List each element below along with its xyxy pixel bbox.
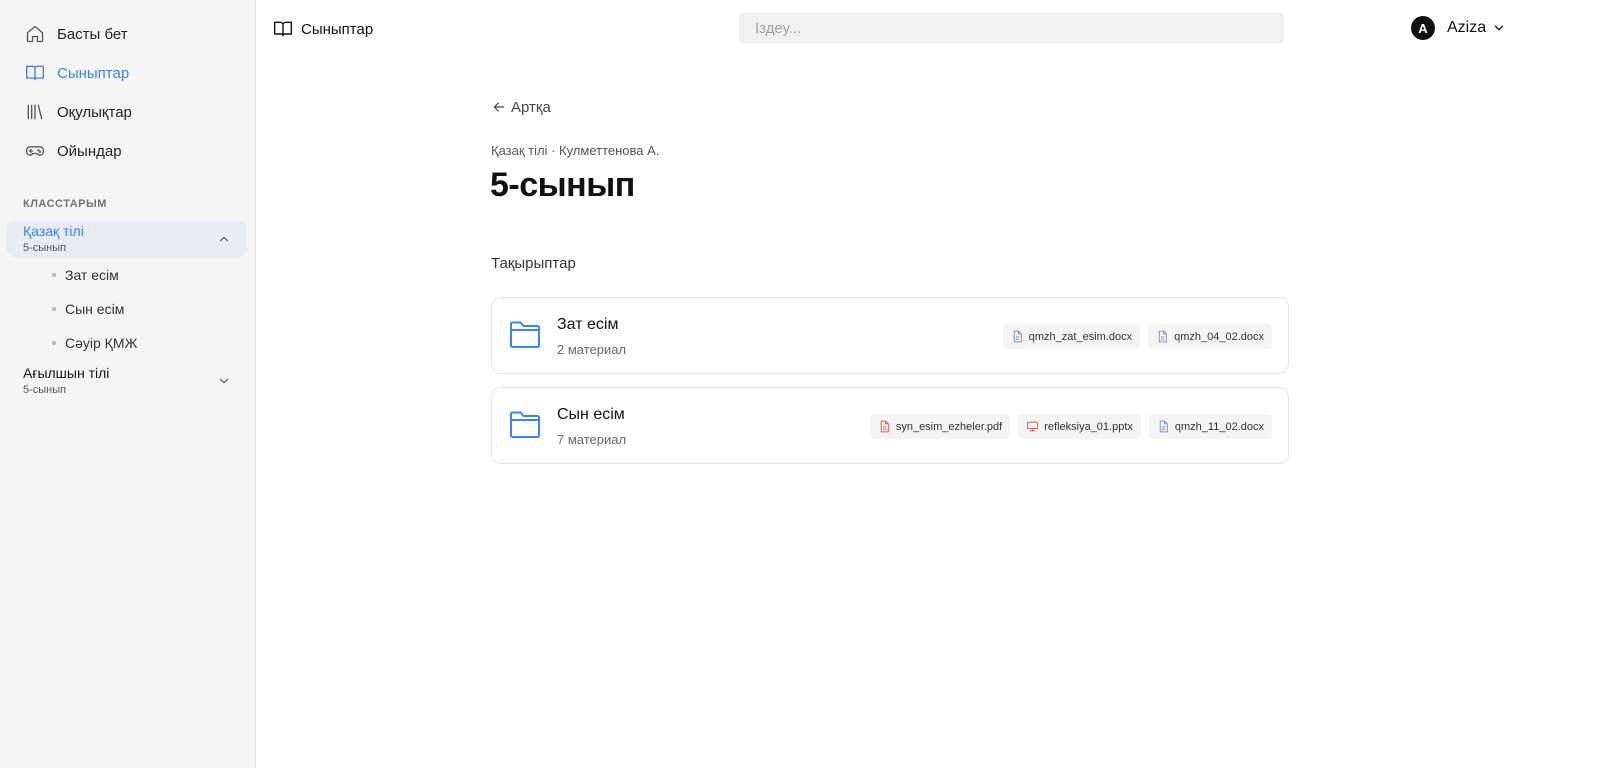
book-open-icon bbox=[273, 21, 293, 37]
document-icon bbox=[1159, 420, 1168, 433]
topic-label: Сын есім bbox=[65, 301, 125, 317]
nav-item-label: Оқулықтар bbox=[57, 103, 132, 121]
file-name: qmzh_04_02.docx bbox=[1174, 330, 1264, 343]
sidebar: Басты бет Сыныптар Оқулықтар Ойындар КЛА… bbox=[0, 0, 256, 768]
topic-count: 7 материал bbox=[557, 432, 627, 447]
bullet-dot bbox=[52, 273, 56, 277]
file-chip[interactable]: refleksiya_01.pptx bbox=[1018, 414, 1141, 439]
chevron-down-icon[interactable] bbox=[217, 374, 231, 388]
topic-label: Сәуір ҚМЖ bbox=[65, 335, 138, 351]
section-label-my-classes: КЛАССТАРЫМ bbox=[23, 198, 107, 210]
section-title-topics: Тақырыптар bbox=[491, 255, 576, 272]
file-chip[interactable]: syn_esim_ezheler.pdf bbox=[869, 414, 1011, 439]
nav-item-label: Ойындар bbox=[57, 142, 122, 160]
nav-item-games[interactable]: Ойындар bbox=[24, 139, 122, 163]
bullet-dot bbox=[52, 307, 56, 311]
class-subtitle: 5-сынып bbox=[23, 242, 67, 254]
page-title: 5-сынып bbox=[490, 166, 635, 204]
file-name: qmzh_11_02.docx bbox=[1174, 420, 1264, 433]
class-meta: Қазақ тілі · Кулметтенова А. bbox=[491, 143, 660, 158]
file-chip[interactable]: qmzh_zat_esim.docx bbox=[1002, 324, 1141, 349]
gamepad-icon bbox=[24, 140, 46, 162]
library-icon bbox=[24, 101, 46, 123]
sidebar-topic-sauir-qmzh[interactable]: Сәуір ҚМЖ bbox=[52, 333, 137, 353]
nav-item-classes[interactable]: Сыныптар bbox=[24, 61, 129, 85]
file-chip[interactable]: qmzh_11_02.docx bbox=[1148, 414, 1272, 439]
sidebar-topic-zat-esim[interactable]: Зат есім bbox=[52, 265, 119, 285]
search-input[interactable] bbox=[739, 12, 1284, 44]
back-label: Артқа bbox=[511, 98, 551, 116]
nav-item-label: Сыныптар bbox=[57, 64, 130, 82]
class-title: Ағылшын тілі bbox=[23, 365, 110, 381]
nav-item-textbooks[interactable]: Оқулықтар bbox=[24, 100, 132, 124]
topic-label: Зат есім bbox=[65, 267, 119, 283]
bullet-dot bbox=[52, 341, 56, 345]
avatar: A bbox=[1411, 16, 1435, 40]
class-title: Қазақ тілі bbox=[23, 223, 84, 239]
document-icon bbox=[1158, 330, 1167, 343]
file-name: qmzh_zat_esim.docx bbox=[1028, 330, 1133, 343]
topic-card-zat-esim[interactable]: Зат есім 2 материал qmzh_zat_esim.docx q… bbox=[491, 297, 1289, 374]
file-list: qmzh_zat_esim.docx qmzh_04_02.docx bbox=[1002, 324, 1272, 349]
presentation-icon bbox=[1027, 421, 1039, 432]
class-item-kazakh[interactable]: Қазақ тілі 5-сынып bbox=[7, 221, 247, 257]
breadcrumb: Сыныптар bbox=[273, 18, 373, 40]
file-chip[interactable]: qmzh_04_02.docx bbox=[1148, 324, 1272, 349]
chevron-up-icon[interactable] bbox=[217, 232, 231, 246]
file-name: syn_esim_ezheler.pdf bbox=[895, 420, 1003, 433]
folder-icon bbox=[510, 321, 540, 348]
back-link[interactable]: Артқа bbox=[491, 97, 551, 117]
nav-item-home[interactable]: Басты бет bbox=[24, 22, 128, 46]
chevron-down-icon bbox=[1494, 25, 1504, 31]
nav-item-label: Басты бет bbox=[57, 25, 128, 43]
topic-card-syn-esim[interactable]: Сын есім 7 материал syn_esim_ezheler.pdf… bbox=[491, 387, 1289, 464]
topic-title: Зат есім bbox=[557, 316, 619, 333]
topic-title: Сын есім bbox=[557, 406, 625, 423]
class-subtitle: 5-сынып bbox=[23, 384, 67, 396]
user-menu[interactable]: A Aziza bbox=[1411, 16, 1506, 40]
document-icon bbox=[1013, 330, 1022, 343]
home-icon bbox=[24, 23, 46, 45]
file-name: refleksiya_01.pptx bbox=[1044, 420, 1133, 433]
folder-icon bbox=[510, 411, 540, 438]
class-item-english[interactable]: Ағылшын тілі 5-сынып bbox=[7, 363, 247, 399]
user-name: Aziza bbox=[1447, 19, 1487, 36]
pdf-icon bbox=[880, 420, 889, 433]
sidebar-topic-syn-esim[interactable]: Сын есім bbox=[52, 299, 124, 319]
topic-count: 2 материал bbox=[557, 342, 627, 357]
arrow-left-icon bbox=[493, 102, 505, 112]
breadcrumb-label: Сыныптар bbox=[301, 20, 374, 38]
file-list: syn_esim_ezheler.pdf refleksiya_01.pptx … bbox=[869, 414, 1272, 439]
book-open-icon bbox=[24, 62, 46, 84]
